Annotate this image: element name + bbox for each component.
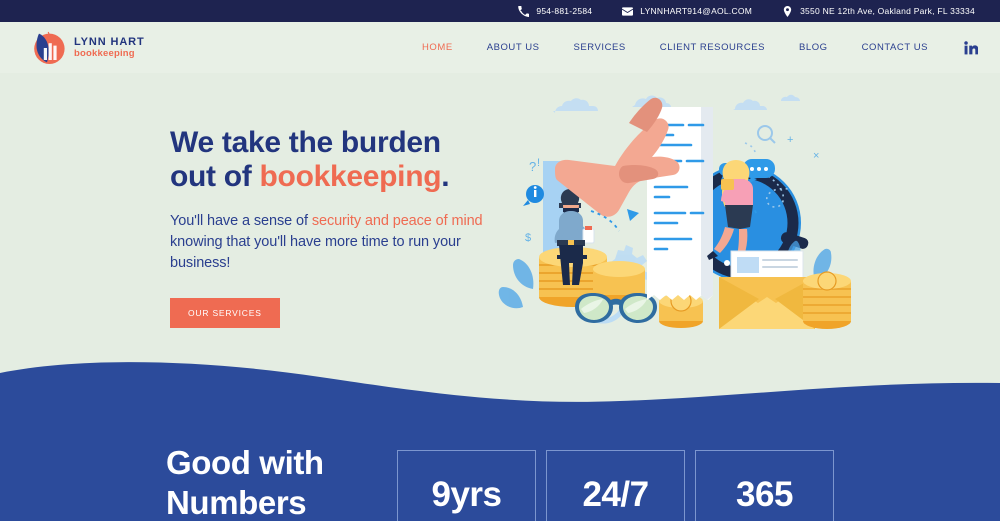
logo-wordmark: LYNN HART bookkeeping bbox=[74, 36, 145, 59]
coin-stack-right bbox=[803, 271, 851, 329]
headline-accent-word: bookkeeping bbox=[259, 160, 442, 193]
stats-title-line-1: Good with bbox=[166, 444, 324, 481]
email-address: LYNNHART914@AOL.COM bbox=[640, 6, 753, 16]
nav-item-about-us[interactable]: ABOUT US bbox=[487, 42, 540, 53]
topbar-email[interactable]: LYNNHART914@AOL.COM bbox=[622, 6, 752, 17]
info-bubble-icon bbox=[523, 185, 544, 206]
logo-subtitle: bookkeeping bbox=[74, 48, 135, 59]
hero-section: We take the burden out of bookkeeping. Y… bbox=[0, 73, 1000, 383]
stats-content: Good with Numbers 9yrs 24/7 365 bbox=[0, 405, 1000, 521]
stat-box-availability: 24/7 bbox=[546, 450, 685, 521]
linkedin-icon bbox=[964, 40, 978, 54]
svg-text:×: × bbox=[813, 150, 819, 162]
stat-value: 24/7 bbox=[582, 475, 649, 514]
map-pin-icon bbox=[783, 5, 792, 17]
nav-item-contact-us[interactable]: CONTACT US bbox=[862, 42, 928, 53]
hero-subcopy: You'll have a sense of security and peac… bbox=[170, 211, 510, 274]
landing-page: 954-881-2584 LYNNHART914@AOL.COM 3550 NE… bbox=[0, 0, 1000, 521]
hero-copy: We take the burden out of bookkeeping. Y… bbox=[170, 126, 510, 328]
main-navigation: HOME ABOUT US SERVICES CLIENT RESOURCES … bbox=[388, 40, 978, 55]
stat-value: 9yrs bbox=[431, 475, 502, 514]
nav-item-client-resources[interactable]: CLIENT RESOURCES bbox=[660, 42, 765, 53]
top-contact-bar: 954-881-2584 LYNNHART914@AOL.COM 3550 NE… bbox=[0, 0, 1000, 22]
subcopy-part-1: You'll have a sense of bbox=[170, 213, 312, 229]
stats-title-line-2: Numbers bbox=[166, 484, 307, 521]
bar-chart-circle-logo-icon bbox=[34, 31, 65, 64]
linkedin-link[interactable] bbox=[964, 40, 978, 55]
envelope-icon bbox=[622, 6, 634, 16]
stat-box-years: 9yrs bbox=[397, 450, 536, 521]
street-address: 3550 NE 12th Ave, Oakland Park, FL 33334 bbox=[800, 6, 975, 16]
subcopy-accent: security and peace of mind bbox=[311, 213, 483, 229]
headline-period: . bbox=[441, 160, 450, 193]
page-title: We take the burden out of bookkeeping. bbox=[170, 126, 510, 194]
nav-item-blog[interactable]: BLOG bbox=[799, 42, 828, 53]
stat-box-group: 9yrs 24/7 365 bbox=[397, 450, 834, 521]
headline-line-1: We take the burden bbox=[170, 126, 441, 159]
envelope-document bbox=[719, 250, 815, 329]
headline-line-2-prefix: out of bbox=[170, 160, 260, 193]
site-logo[interactable]: LYNN HART bookkeeping bbox=[27, 28, 145, 68]
svg-text:!: ! bbox=[537, 157, 540, 169]
stat-box-days: 365 bbox=[695, 450, 834, 521]
nav-item-services[interactable]: SERVICES bbox=[574, 42, 626, 53]
logo-name: LYNN HART bbox=[74, 36, 145, 48]
phone-number: 954-881-2584 bbox=[536, 6, 593, 16]
subcopy-part-2: knowing that you'll have more time to ru… bbox=[170, 234, 461, 271]
site-header: LYNN HART bookkeeping HOME ABOUT US SERV… bbox=[0, 22, 1000, 73]
topbar-phone[interactable]: 954-881-2584 bbox=[518, 5, 593, 17]
small-magnifier-decor bbox=[757, 125, 773, 141]
svg-text:$: $ bbox=[525, 232, 531, 244]
stats-title: Good with Numbers bbox=[166, 443, 396, 521]
hero-illustration: ? ! $ + × bbox=[498, 94, 851, 329]
topbar-address[interactable]: 3550 NE 12th Ave, Oakland Park, FL 33334 bbox=[782, 5, 975, 17]
stat-value: 365 bbox=[736, 475, 793, 514]
nav-item-home[interactable]: HOME bbox=[422, 42, 453, 53]
our-services-button[interactable]: OUR SERVICES bbox=[170, 298, 280, 328]
phone-icon bbox=[518, 5, 530, 17]
svg-text:?: ? bbox=[529, 159, 536, 174]
svg-text:+: + bbox=[787, 134, 793, 146]
